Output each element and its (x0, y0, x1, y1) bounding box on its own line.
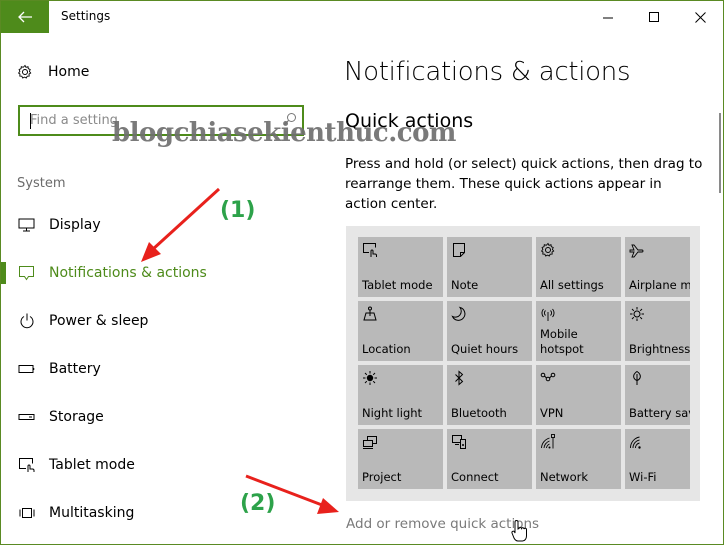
add-remove-quick-actions-link[interactable]: Add or remove quick actions (346, 516, 539, 532)
quick-action-tile[interactable]: Network (536, 429, 621, 489)
tile-label: Note (451, 278, 479, 292)
sidebar-item-display[interactable]: Display (1, 205, 331, 245)
notification-icon (19, 266, 34, 281)
quick-action-tile[interactable]: VPN (536, 365, 621, 425)
quick-actions-panel: Tablet mode Note All settings Airplane m… (346, 226, 700, 501)
tile-label: Battery saver (629, 406, 690, 420)
brightness-icon (630, 307, 644, 321)
quick-action-tile[interactable]: Note (447, 237, 532, 297)
close-icon (694, 11, 706, 23)
sidebar-item-label: Power & sleep (49, 313, 149, 329)
window-title: Settings (61, 9, 111, 23)
tile-label: Wi-Fi (629, 470, 657, 484)
sidebar-item-label: Battery (49, 361, 101, 377)
quick-action-tile[interactable]: All settings (536, 237, 621, 297)
moon-icon (451, 306, 466, 321)
tile-label: Project (362, 470, 402, 484)
tile-label: Connect (451, 470, 499, 484)
tile-label: VPN (540, 406, 564, 420)
tile-label: Bluetooth (451, 406, 507, 420)
multitasking-icon (19, 508, 35, 518)
sidebar-item-label: Display (49, 217, 101, 233)
maximize-icon (648, 11, 659, 22)
minimize-button[interactable] (585, 1, 631, 33)
annotation-label-1: (1) (220, 198, 256, 223)
quick-action-tile[interactable]: Airplane mode (625, 237, 690, 297)
sidebar-item-battery[interactable]: Battery (1, 349, 331, 389)
hotspot-icon (541, 308, 555, 321)
tablet-mode-icon (19, 458, 35, 472)
maximize-button[interactable] (631, 1, 677, 33)
scrollbar[interactable] (719, 113, 721, 193)
quick-action-tile[interactable]: Project (358, 429, 443, 489)
sidebar-item-multitasking[interactable]: Multitasking (1, 493, 331, 533)
gear-icon (17, 64, 32, 79)
back-button[interactable] (1, 1, 49, 33)
watermark-text: blogchiasekienthuc.com (112, 118, 456, 148)
home-label: Home (48, 64, 90, 80)
airplane-icon (629, 244, 644, 258)
page-title: Notifications & actions (344, 57, 631, 87)
close-button[interactable] (677, 1, 723, 33)
vpn-icon (540, 372, 556, 382)
power-icon (20, 313, 34, 329)
text-caret (30, 113, 31, 129)
quick-action-tile[interactable]: Tablet mode (358, 237, 443, 297)
quick-action-tile[interactable]: Mobile hotspot (536, 301, 621, 361)
sidebar-item-notifications[interactable]: Notifications & actions (1, 253, 331, 293)
quick-action-tile[interactable]: Quiet hours (447, 301, 532, 361)
section-label-system: System (17, 176, 66, 191)
project-icon (363, 436, 377, 449)
sidebar-item-label: Multitasking (49, 505, 135, 521)
tile-label: Mobile hotspot (540, 327, 584, 356)
tile-label: Network (540, 470, 589, 484)
bluetooth-icon (455, 370, 464, 386)
annotation-label-2: (2) (240, 491, 276, 516)
home-link[interactable]: Home (17, 64, 89, 80)
wifi-icon (630, 436, 641, 449)
main-content: Notifications & actions Quick actions Pr… (344, 33, 723, 544)
section-description: Press and hold (or select) quick actions… (345, 156, 703, 212)
storage-icon (18, 414, 35, 420)
sidebar-item-storage[interactable]: Storage (1, 397, 331, 437)
quick-action-tile[interactable]: Connect (447, 429, 532, 489)
tile-label: Location (362, 342, 411, 356)
sidebar-item-label: Notifications & actions (49, 265, 207, 281)
back-arrow-icon (18, 11, 32, 23)
tile-label: Night light (362, 406, 423, 420)
quick-action-tile[interactable]: Battery saver (625, 365, 690, 425)
sidebar-item-tablet-mode[interactable]: Tablet mode (1, 445, 331, 485)
quick-action-tile[interactable]: Location (358, 301, 443, 361)
connect-icon (452, 435, 466, 449)
gear-icon (540, 242, 555, 257)
tile-label: Quiet hours (451, 342, 519, 356)
settings-window: Settings Home System Display (0, 0, 724, 545)
minimize-icon (602, 17, 613, 18)
tablet-mode-icon (363, 243, 377, 257)
quick-action-tile[interactable]: Bluetooth (447, 365, 532, 425)
sidebar-item-power-sleep[interactable]: Power & sleep (1, 301, 331, 341)
quick-action-tile[interactable]: Brightness (625, 301, 690, 361)
tile-label: Tablet mode (362, 278, 433, 292)
sidebar-item-label: Tablet mode (49, 457, 135, 473)
battery-saver-icon (633, 370, 641, 385)
sidebar-item-label: Storage (49, 409, 104, 425)
quick-actions-grid: Tablet mode Note All settings Airplane m… (358, 237, 691, 489)
location-icon (363, 306, 377, 321)
tile-label: Brightness (629, 342, 690, 356)
network-icon (541, 434, 555, 449)
active-indicator (1, 262, 6, 284)
note-icon (453, 243, 465, 257)
tile-label: All settings (540, 278, 604, 292)
title-bar: Settings (1, 1, 723, 33)
sidebar: Home System Display Notifications & acti… (1, 33, 331, 544)
battery-icon (18, 365, 35, 373)
quick-action-tile[interactable]: Wi-Fi (625, 429, 690, 489)
tile-label: Airplane mode (629, 278, 690, 292)
night-light-icon (363, 371, 377, 385)
quick-action-tile[interactable]: Night light (358, 365, 443, 425)
monitor-icon (18, 218, 35, 232)
